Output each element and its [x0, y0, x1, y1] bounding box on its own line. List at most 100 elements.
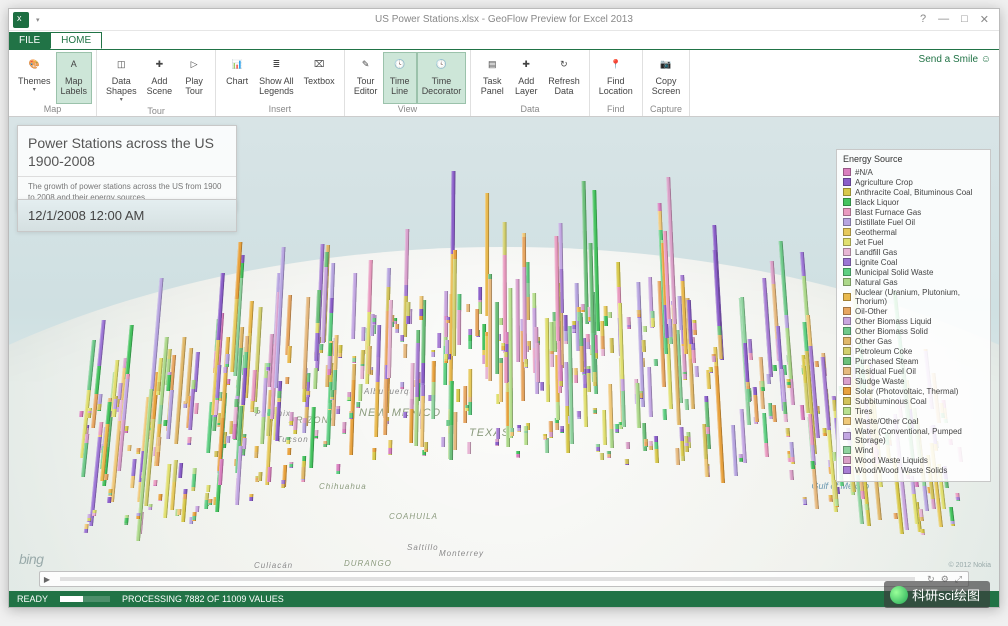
data-bar[interactable]: [467, 442, 471, 454]
data-bar[interactable]: [194, 403, 199, 414]
data-bar[interactable]: [170, 460, 178, 510]
data-bar[interactable]: [706, 427, 710, 434]
data-bar[interactable]: [762, 413, 769, 457]
data-bar[interactable]: [285, 377, 289, 384]
data-bar[interactable]: [577, 411, 581, 419]
ribbon-task-panel[interactable]: ▤TaskPanel: [475, 52, 509, 104]
data-bar[interactable]: [600, 453, 604, 459]
data-bar[interactable]: [79, 411, 84, 417]
maximize-icon[interactable]: □: [961, 13, 968, 26]
data-bar[interactable]: [275, 381, 282, 441]
ribbon-textbox[interactable]: ⌧Textbox: [299, 52, 340, 104]
data-bar[interactable]: [810, 461, 815, 469]
data-bar[interactable]: [614, 424, 618, 431]
data-bar[interactable]: [206, 485, 211, 492]
data-bar[interactable]: [342, 422, 346, 433]
data-bar[interactable]: [306, 391, 310, 397]
timeline[interactable]: ▶ ↻ ⚙ ⤢: [39, 571, 969, 587]
data-bar[interactable]: [403, 412, 407, 418]
data-bar[interactable]: [336, 464, 340, 474]
ribbon-find-location[interactable]: 📍FindLocation: [594, 52, 638, 104]
legend-item[interactable]: Municipal Solid Waste: [843, 267, 984, 277]
data-bar[interactable]: [488, 274, 492, 381]
legend-item[interactable]: Waste/Other Coal: [843, 416, 984, 426]
legend-item[interactable]: Nuclear (Uranium, Plutonium, Thorium): [843, 287, 984, 306]
play-icon[interactable]: ▶: [40, 575, 54, 584]
data-bar[interactable]: [406, 302, 410, 324]
ribbon-add-scene[interactable]: ✚AddScene: [142, 52, 178, 106]
data-bar[interactable]: [163, 420, 167, 426]
data-bar[interactable]: [87, 514, 92, 521]
data-bar[interactable]: [644, 439, 648, 445]
data-bar[interactable]: [388, 440, 392, 455]
ribbon-map-labels[interactable]: AMapLabels: [56, 52, 93, 104]
legend-item[interactable]: Lignite Coal: [843, 257, 984, 267]
data-bar[interactable]: [572, 325, 576, 332]
data-bar[interactable]: [654, 436, 659, 463]
legend-panel[interactable]: Energy Source #N/AAgriculture CropAnthra…: [836, 149, 991, 482]
data-bar[interactable]: [540, 382, 544, 391]
data-bar[interactable]: [347, 392, 351, 398]
data-bar[interactable]: [593, 372, 597, 386]
data-bar[interactable]: [181, 489, 188, 522]
data-bar[interactable]: [293, 417, 298, 434]
data-bar[interactable]: [955, 493, 960, 500]
data-bar[interactable]: [549, 421, 553, 438]
data-bar[interactable]: [465, 405, 469, 411]
data-bar[interactable]: [286, 437, 290, 444]
tab-home[interactable]: HOME: [50, 32, 102, 49]
ribbon-chart[interactable]: 📊Chart: [220, 52, 254, 104]
data-bar[interactable]: [544, 438, 548, 453]
data-bar[interactable]: [130, 459, 137, 488]
time-card[interactable]: 12/1/2008 12:00 AM: [17, 199, 237, 232]
data-bar[interactable]: [596, 444, 600, 450]
data-bar[interactable]: [403, 344, 407, 358]
data-bar[interactable]: [166, 390, 174, 439]
data-bar[interactable]: [773, 365, 777, 371]
ribbon-time-decorator[interactable]: 🕓TimeDecorator: [417, 52, 467, 104]
data-bar[interactable]: [919, 509, 924, 521]
data-bar[interactable]: [543, 434, 547, 440]
data-bar[interactable]: [87, 408, 92, 418]
legend-item[interactable]: Blast Furnace Gas: [843, 207, 984, 217]
data-bar[interactable]: [431, 361, 436, 419]
data-bar[interactable]: [289, 412, 294, 426]
data-bar[interactable]: [789, 470, 794, 480]
legend-item[interactable]: Water (Conventional, Pumped Storage): [843, 426, 984, 445]
data-bar[interactable]: [607, 451, 611, 457]
data-bar[interactable]: [604, 306, 609, 326]
legend-item[interactable]: Tires: [843, 406, 984, 416]
legend-item[interactable]: Jet Fuel: [843, 237, 984, 247]
data-bar[interactable]: [642, 326, 646, 332]
legend-item[interactable]: Petroleum Coke: [843, 346, 984, 356]
data-bar[interactable]: [625, 459, 629, 465]
data-bar[interactable]: [949, 507, 955, 526]
data-bar[interactable]: [449, 381, 454, 460]
data-bar[interactable]: [328, 263, 335, 343]
data-bar[interactable]: [104, 474, 109, 480]
data-bar[interactable]: [592, 408, 596, 414]
data-bar[interactable]: [560, 426, 564, 432]
data-bar[interactable]: [683, 372, 687, 378]
data-bar[interactable]: [191, 468, 197, 491]
data-bar[interactable]: [501, 343, 505, 351]
data-bar[interactable]: [178, 463, 183, 478]
data-bar[interactable]: [607, 312, 611, 318]
qat-dropdown-icon[interactable]: ▾: [33, 16, 43, 24]
data-bar[interactable]: [419, 296, 423, 320]
legend-item[interactable]: Distillate Fuel Oil: [843, 217, 984, 227]
data-bar[interactable]: [124, 515, 129, 525]
data-bar[interactable]: [627, 317, 631, 329]
data-bar[interactable]: [468, 329, 472, 349]
data-bar[interactable]: [358, 384, 363, 401]
data-bar[interactable]: [786, 428, 790, 434]
send-smile-link[interactable]: Send a Smile ☺: [919, 54, 991, 65]
ribbon-refresh-data[interactable]: ↻RefreshData: [543, 52, 585, 104]
data-bar[interactable]: [374, 325, 381, 437]
data-bar[interactable]: [361, 327, 365, 341]
data-bar[interactable]: [367, 346, 372, 374]
data-bar[interactable]: [731, 425, 738, 476]
data-bar[interactable]: [441, 437, 445, 447]
data-bar[interactable]: [266, 363, 270, 371]
data-bar[interactable]: [444, 354, 448, 363]
